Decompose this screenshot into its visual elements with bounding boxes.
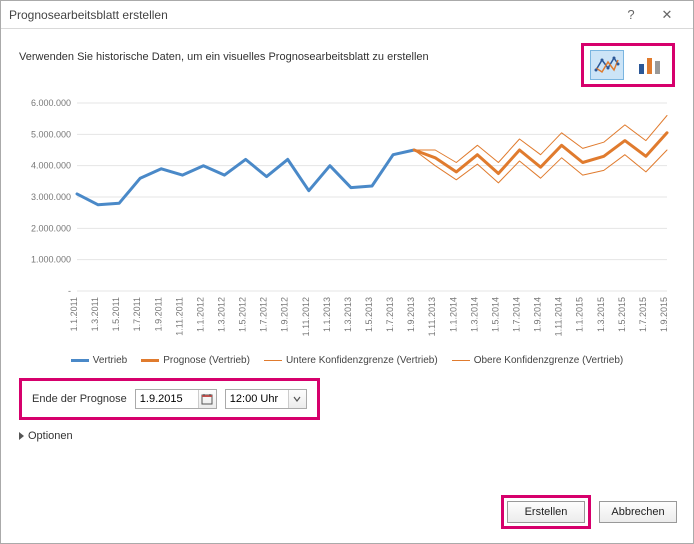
svg-text:1.1.2015: 1.1.2015 (575, 297, 585, 332)
dialog-title: Prognosearbeitsblatt erstellen (9, 8, 168, 22)
svg-text:1.11.2011: 1.11.2011 (174, 297, 184, 336)
svg-text:1.1.2014: 1.1.2014 (448, 297, 458, 332)
svg-text:1.7.2012: 1.7.2012 (259, 297, 269, 332)
svg-text:1.3.2015: 1.3.2015 (596, 297, 606, 332)
svg-text:2.000.000: 2.000.000 (31, 223, 71, 233)
legend-swatch (141, 359, 159, 362)
svg-text:1.3.2011: 1.3.2011 (90, 297, 100, 331)
line-chart-type-button[interactable] (590, 50, 624, 80)
date-picker-button[interactable] (198, 390, 216, 408)
svg-text:1.3.2012: 1.3.2012 (217, 297, 227, 332)
svg-text:1.5.2013: 1.5.2013 (364, 297, 374, 332)
legend-swatch (264, 360, 282, 361)
forecast-end-time-field[interactable] (225, 389, 307, 409)
chevron-down-icon (292, 394, 302, 404)
svg-text:1.7.2013: 1.7.2013 (385, 297, 395, 332)
expand-icon (19, 432, 24, 440)
legend-swatch (452, 360, 470, 361)
svg-text:1.9.2011: 1.9.2011 (153, 297, 163, 331)
options-label: Optionen (28, 430, 73, 442)
svg-text:4.000.000: 4.000.000 (31, 161, 71, 171)
svg-text:1.11.2014: 1.11.2014 (554, 297, 564, 336)
forecast-end-label: Ende der Prognose (32, 393, 127, 405)
legend-label: Prognose (Vertrieb) (163, 355, 250, 366)
bar-chart-icon (636, 54, 662, 76)
svg-text:1.9.2013: 1.9.2013 (406, 297, 416, 332)
line-chart-icon (594, 54, 620, 76)
svg-text:3.000.000: 3.000.000 (31, 192, 71, 202)
svg-text:1.5.2011: 1.5.2011 (111, 297, 121, 331)
svg-text:1.7.2014: 1.7.2014 (512, 297, 522, 332)
legend-item: Prognose (Vertrieb) (141, 355, 250, 366)
svg-text:1.9.2012: 1.9.2012 (280, 297, 290, 332)
svg-text:1.5.2012: 1.5.2012 (238, 297, 248, 332)
forecast-end-date-field[interactable] (135, 389, 217, 409)
calendar-icon (201, 393, 213, 405)
help-icon: ? (627, 7, 634, 22)
close-icon: ✕ (662, 7, 673, 23)
svg-text:1.5.2015: 1.5.2015 (617, 297, 627, 332)
svg-text:1.1.2013: 1.1.2013 (322, 297, 332, 332)
legend-item: Obere Konfidenzgrenze (Vertrieb) (452, 355, 624, 366)
svg-text:5.000.000: 5.000.000 (31, 129, 71, 139)
forecast-end-row: Ende der Prognose (19, 378, 320, 420)
create-button-highlight: Erstellen (501, 495, 591, 529)
dialog-footer: Erstellen Abbrechen (1, 485, 693, 543)
svg-text:1.7.2015: 1.7.2015 (638, 297, 648, 332)
cancel-button[interactable]: Abbrechen (599, 501, 677, 523)
legend-label: Obere Konfidenzgrenze (Vertrieb) (474, 355, 624, 366)
titlebar: Prognosearbeitsblatt erstellen ? ✕ (1, 1, 693, 29)
svg-text:1.3.2014: 1.3.2014 (469, 297, 479, 332)
close-button[interactable]: ✕ (649, 1, 685, 29)
options-expander[interactable]: Optionen (19, 430, 675, 442)
svg-text:1.5.2014: 1.5.2014 (490, 297, 500, 332)
svg-text:1.7.2011: 1.7.2011 (132, 297, 142, 331)
svg-text:1.3.2013: 1.3.2013 (343, 297, 353, 332)
create-button[interactable]: Erstellen (507, 501, 585, 523)
forecast-chart: - 1.000.000 2.000.000 3.000.000 4.000.000 5.0… (19, 93, 677, 353)
svg-text:1.1.2012: 1.1.2012 (195, 297, 205, 332)
chart-legend: Vertrieb Prognose (Vertrieb) Untere Konfid… (19, 355, 675, 366)
bar-chart-type-button[interactable] (632, 50, 666, 80)
svg-text:1.000.000: 1.000.000 (31, 255, 71, 265)
svg-text:1.9.2015: 1.9.2015 (659, 297, 669, 332)
description-text: Verwenden Sie historische Daten, um ein … (19, 43, 581, 63)
help-button[interactable]: ? (613, 1, 649, 29)
legend-item: Untere Konfidenzgrenze (Vertrieb) (264, 355, 438, 366)
chart-type-selector (581, 43, 675, 87)
legend-label: Vertrieb (93, 355, 127, 366)
forecast-end-date-input[interactable] (136, 390, 198, 408)
svg-text:1.9.2014: 1.9.2014 (533, 297, 543, 332)
svg-text:1.11.2013: 1.11.2013 (427, 297, 437, 336)
svg-text:6.000.000: 6.000.000 (31, 98, 71, 108)
svg-text:1.1.2011: 1.1.2011 (69, 297, 79, 331)
svg-text:1.11.2012: 1.11.2012 (301, 297, 311, 336)
forecast-end-time-input[interactable] (226, 390, 288, 408)
legend-swatch (71, 359, 89, 362)
time-dropdown-button[interactable] (288, 390, 306, 408)
legend-item: Vertrieb (71, 355, 127, 366)
svg-text:-: - (68, 286, 71, 296)
legend-label: Untere Konfidenzgrenze (Vertrieb) (286, 355, 438, 366)
forecast-dialog: Prognosearbeitsblatt erstellen ? ✕ Verwe… (0, 0, 694, 544)
